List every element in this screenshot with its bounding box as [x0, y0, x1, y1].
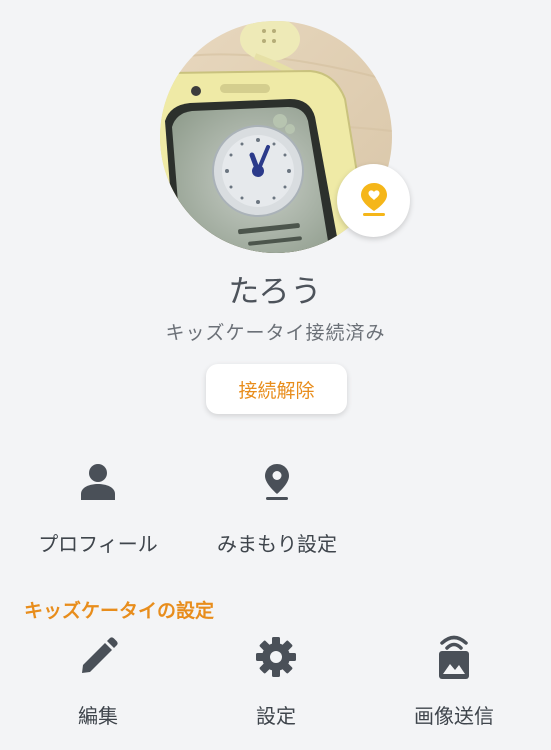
settings-label: 設定 — [256, 704, 296, 728]
profile-label: プロフィール — [38, 532, 158, 556]
edit-button[interactable]: 編集 — [68, 636, 128, 729]
profile-button[interactable]: プロフィール — [36, 462, 160, 557]
gear-icon — [255, 636, 297, 682]
disconnect-button[interactable]: 接続解除 — [206, 364, 347, 414]
settings-button[interactable]: 設定 — [246, 636, 306, 729]
heart-location-pin-icon — [359, 181, 389, 221]
location-badge[interactable] — [337, 164, 410, 237]
child-name: たろう — [228, 274, 323, 310]
image-send-button[interactable]: 画像送信 — [408, 634, 500, 729]
watch-settings-label: みまもり設定 — [217, 532, 337, 556]
location-pin-icon — [264, 463, 290, 505]
person-icon — [80, 463, 116, 505]
image-send-icon — [434, 634, 474, 684]
section-title: キッズケータイの設定 — [24, 600, 215, 622]
edit-label: 編集 — [78, 704, 118, 728]
connection-status: キッズケータイ接続済み — [165, 322, 386, 344]
watch-settings-button[interactable]: みまもり設定 — [212, 462, 342, 557]
image-send-label: 画像送信 — [414, 704, 494, 728]
pencil-icon — [78, 637, 118, 681]
